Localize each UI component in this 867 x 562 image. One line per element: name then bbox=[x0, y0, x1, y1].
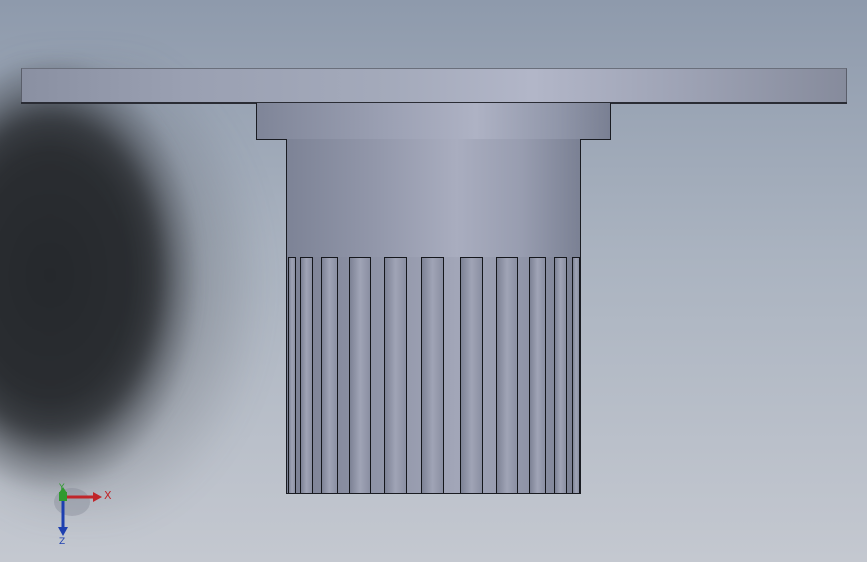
knurl-rib bbox=[384, 257, 407, 493]
knurl-rib bbox=[572, 257, 580, 493]
knurl-rib bbox=[496, 257, 518, 493]
collar-step[interactable] bbox=[256, 103, 611, 140]
knurl-rib bbox=[421, 257, 444, 493]
knurl-rib bbox=[460, 257, 483, 493]
cylinder-body[interactable] bbox=[286, 139, 581, 258]
cad-graphics-area[interactable]: X Y Z bbox=[0, 0, 867, 562]
axis-triad: X Y Z bbox=[54, 483, 112, 547]
y-axis-marker bbox=[59, 492, 67, 501]
knurl-rib bbox=[529, 257, 546, 493]
knurl-rib bbox=[349, 257, 371, 493]
z-axis-label: Z bbox=[59, 537, 65, 547]
x-axis-arrow bbox=[93, 492, 102, 502]
y-axis-label: Y bbox=[58, 483, 65, 493]
part-shadow bbox=[0, 60, 270, 510]
knurled-section[interactable] bbox=[286, 257, 581, 494]
z-axis-arrow bbox=[58, 527, 68, 536]
knurl-rib bbox=[321, 257, 338, 493]
flange-plate[interactable] bbox=[21, 68, 847, 104]
knurl-rib bbox=[300, 257, 313, 493]
knurl-rib bbox=[288, 257, 296, 493]
knurl-rib bbox=[554, 257, 567, 493]
x-axis-label: X bbox=[104, 489, 112, 502]
